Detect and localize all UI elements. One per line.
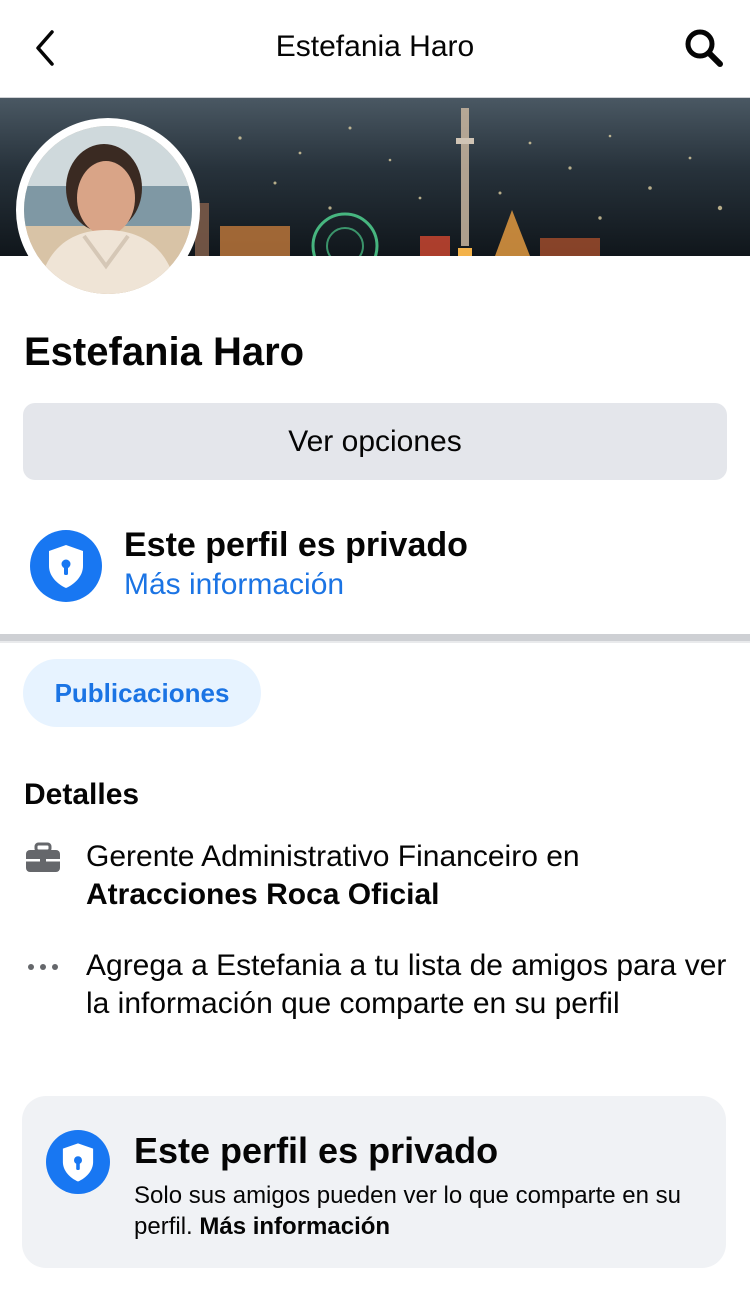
profile-name: Estefania Haro bbox=[24, 330, 305, 374]
card-title: Este perfil es privado bbox=[134, 1130, 499, 1171]
view-options-button[interactable]: Ver opciones bbox=[23, 403, 727, 480]
work-company-link[interactable]: Atracciones Roca Oficial bbox=[86, 878, 439, 911]
more-horizontal-icon bbox=[24, 952, 64, 982]
work-detail: Gerente Administrativo Financeiro en Atr… bbox=[86, 838, 726, 914]
more-info-link[interactable]: Más información bbox=[124, 568, 344, 602]
search-button[interactable] bbox=[682, 26, 726, 70]
shield-lock-icon bbox=[30, 530, 102, 602]
search-icon bbox=[685, 29, 723, 67]
section-divider bbox=[0, 634, 750, 643]
card-body: Solo sus amigos pueden ver lo que compar… bbox=[134, 1180, 714, 1242]
shield-lock-icon bbox=[46, 1130, 110, 1194]
privacy-title: Este perfil es privado bbox=[124, 526, 468, 564]
avatar-photo bbox=[24, 126, 192, 294]
details-heading: Detalles bbox=[24, 778, 140, 811]
briefcase-icon bbox=[24, 842, 62, 874]
card-more-info-link[interactable]: Más información bbox=[199, 1213, 390, 1240]
page-title: Estefania Haro bbox=[275, 30, 475, 63]
private-profile-card: Este perfil es privado Solo sus amigos p… bbox=[22, 1096, 726, 1268]
top-nav-bar: Estefania Haro bbox=[0, 0, 750, 98]
friend-hint: Agrega a Estefania a tu lista de amigos … bbox=[86, 949, 727, 1020]
tab-publicaciones[interactable]: Publicaciones bbox=[23, 659, 261, 727]
privacy-notice: Este perfil es privado Más información bbox=[0, 520, 750, 610]
avatar[interactable] bbox=[16, 118, 200, 302]
work-position: Gerente Administrativo Financeiro en bbox=[86, 840, 580, 873]
